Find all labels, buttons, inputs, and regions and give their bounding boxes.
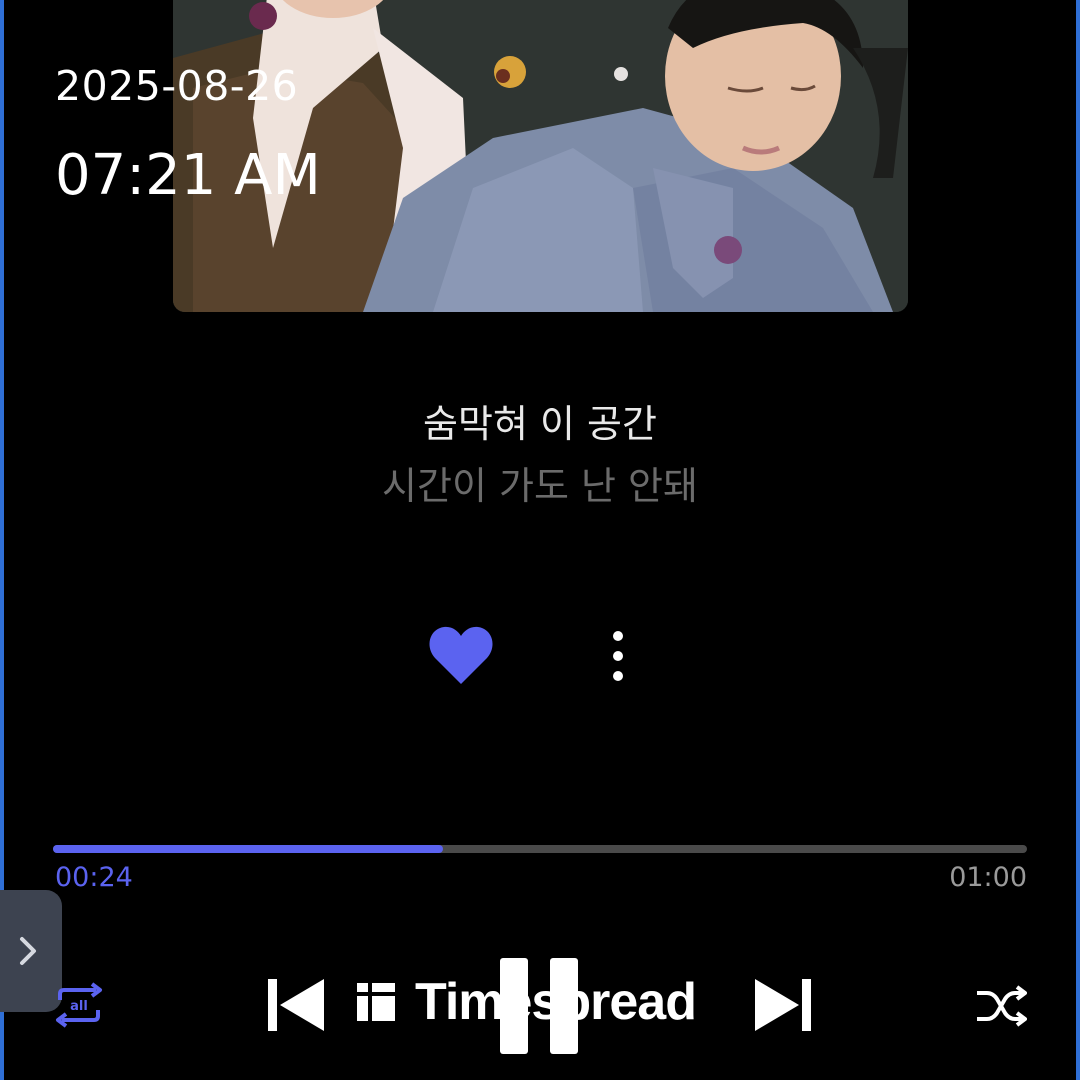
status-date: 2025-08-26: [55, 62, 299, 110]
shuffle-icon: [977, 985, 1027, 1027]
shuffle-button[interactable]: [975, 985, 1027, 1027]
skip-next-icon: [755, 979, 811, 1031]
heart-icon: [429, 626, 493, 684]
repeat-mode-label: all: [70, 999, 88, 1014]
repeat-button[interactable]: all: [52, 982, 106, 1028]
chevron-right-icon: [20, 937, 36, 965]
like-button[interactable]: [428, 624, 494, 686]
lyric-current-line[interactable]: 숨막혀 이 공간: [0, 393, 1080, 448]
timespread-logo-icon: [357, 983, 395, 1021]
status-time: 07:21 AM: [55, 143, 321, 208]
window-border-right: [1076, 0, 1080, 1080]
pause-icon: [500, 958, 578, 1054]
next-track-button[interactable]: [753, 977, 813, 1033]
total-time: 01:00: [949, 862, 1027, 893]
more-vertical-icon: [613, 631, 623, 681]
seek-bar-progress: [53, 845, 443, 853]
pause-button[interactable]: [500, 958, 580, 1054]
repeat-all-icon: all: [56, 982, 102, 1028]
previous-track-button[interactable]: [266, 977, 326, 1033]
lyric-next-line[interactable]: 시간이 가도 난 안돼: [0, 455, 1080, 510]
more-options-button[interactable]: [603, 628, 633, 684]
skip-previous-icon: [268, 979, 324, 1031]
elapsed-time: 00:24: [55, 862, 133, 893]
seek-bar[interactable]: [53, 845, 1027, 853]
